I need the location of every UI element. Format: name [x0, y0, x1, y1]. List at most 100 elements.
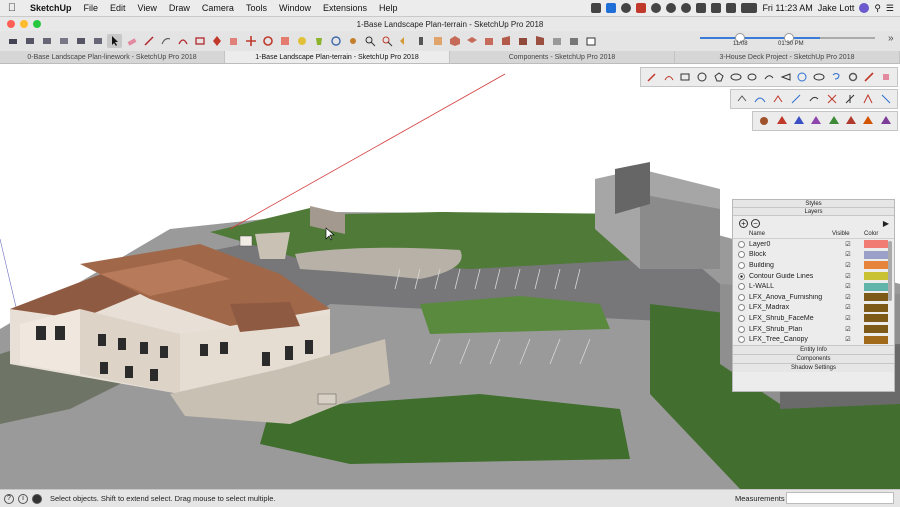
- layer-visible-checkbox[interactable]: ☑: [832, 283, 864, 290]
- instructor-icon[interactable]: i: [18, 493, 28, 504]
- section-plane-icon[interactable]: [430, 34, 445, 48]
- col-name-header[interactable]: Name: [749, 230, 832, 238]
- offset-icon[interactable]: [226, 34, 241, 48]
- shrub-green-icon[interactable]: [827, 114, 841, 129]
- walk-icon[interactable]: [413, 34, 428, 48]
- apple-icon[interactable]: : [0, 2, 24, 14]
- menu-help[interactable]: Help: [373, 3, 404, 13]
- col-visible-header[interactable]: Visible: [832, 230, 864, 238]
- menu-file[interactable]: File: [78, 3, 105, 13]
- layer-color-swatch[interactable]: [864, 240, 888, 249]
- settings-tool-icon[interactable]: [846, 70, 860, 85]
- layer-active-radio[interactable]: [738, 240, 745, 248]
- delete-layer-icon[interactable]: −: [751, 218, 760, 228]
- model-info-icon[interactable]: [22, 34, 37, 48]
- left-view-icon[interactable]: [532, 34, 547, 48]
- shadow-time-track[interactable]: [820, 37, 875, 39]
- orbit-icon[interactable]: [328, 34, 343, 48]
- layer-name[interactable]: Building: [749, 262, 832, 269]
- layer-name[interactable]: LFX_Shrub_Plan: [749, 326, 832, 333]
- layer-visible-checkbox[interactable]: ☑: [832, 262, 864, 269]
- layer-color-swatch[interactable]: [864, 272, 888, 281]
- layer-name[interactable]: LFX_Madrax: [749, 304, 832, 311]
- loop-icon[interactable]: [796, 70, 810, 85]
- geo-location-icon[interactable]: ?: [4, 493, 14, 504]
- eye-tool-icon[interactable]: [812, 70, 826, 85]
- layer-name[interactable]: L-WALL: [749, 283, 832, 290]
- tab-house-deck[interactable]: 3-House Deck Project - SketchUp Pro 2018: [675, 51, 900, 63]
- layer-color-swatch[interactable]: [864, 293, 888, 302]
- plant-icon[interactable]: [757, 114, 771, 129]
- layer-color-swatch[interactable]: [864, 335, 888, 344]
- shrub-blue-icon[interactable]: [792, 114, 806, 129]
- freeform-icon[interactable]: [762, 70, 776, 85]
- shrub-orange-icon[interactable]: [861, 114, 875, 129]
- circle-icon[interactable]: [695, 70, 709, 85]
- ellipse-icon[interactable]: [729, 70, 743, 85]
- layer-visible-checkbox[interactable]: ☑: [832, 336, 864, 343]
- tape-measure-icon[interactable]: [294, 34, 309, 48]
- layer-row[interactable]: Block ☑: [733, 250, 894, 261]
- select-arrow-icon[interactable]: [107, 34, 122, 48]
- layer-color-swatch[interactable]: [864, 282, 888, 291]
- print-icon[interactable]: [5, 34, 20, 48]
- tab-components[interactable]: Components - SketchUp Pro 2018: [450, 51, 675, 63]
- extension-warehouse-icon[interactable]: [73, 34, 88, 48]
- pan-icon[interactable]: [345, 34, 360, 48]
- menu-sketchup[interactable]: SketchUp: [24, 3, 78, 13]
- layer-color-swatch[interactable]: [864, 250, 888, 259]
- contour-icon[interactable]: [807, 92, 822, 107]
- right-view-icon[interactable]: [498, 34, 513, 48]
- tray-components[interactable]: Components: [733, 354, 894, 363]
- layer-active-radio[interactable]: [738, 261, 745, 269]
- layer-active-radio[interactable]: [738, 251, 745, 259]
- tray-layers-header[interactable]: Layers: [733, 208, 894, 216]
- scale-icon[interactable]: [277, 34, 292, 48]
- layer-name[interactable]: LFX_Tree_Canopy: [749, 336, 832, 343]
- layer-name[interactable]: LFX_Anova_Furnishing: [749, 294, 832, 301]
- layer-name[interactable]: LFX_Shrub_FaceMe: [749, 315, 832, 322]
- layer-row[interactable]: Building ☑: [733, 260, 894, 271]
- menu-edit[interactable]: Edit: [104, 3, 132, 13]
- timer-icon[interactable]: [651, 3, 662, 13]
- measurements-input[interactable]: [786, 492, 894, 504]
- layer-active-radio[interactable]: [738, 283, 745, 291]
- layer-visible-checkbox[interactable]: ☑: [832, 315, 864, 322]
- front-view-icon[interactable]: [481, 34, 496, 48]
- zoom-extents-icon[interactable]: [379, 34, 394, 48]
- layer-name[interactable]: Layer0: [749, 241, 832, 248]
- drape-icon[interactable]: [771, 92, 786, 107]
- grid-icon[interactable]: [789, 92, 804, 107]
- menu-view[interactable]: View: [132, 3, 163, 13]
- move-icon[interactable]: [243, 34, 258, 48]
- layer-active-radio[interactable]: [738, 314, 745, 322]
- add-detail-icon[interactable]: [842, 92, 857, 107]
- rotate-icon[interactable]: [260, 34, 275, 48]
- menu-draw[interactable]: Draw: [163, 3, 196, 13]
- layer-visible-checkbox[interactable]: ☑: [832, 294, 864, 301]
- eye-icon[interactable]: [666, 3, 677, 13]
- textured-icon[interactable]: [583, 34, 598, 48]
- layer-color-swatch[interactable]: [864, 261, 888, 270]
- layer-name[interactable]: Contour Guide Lines: [749, 273, 832, 280]
- lasso-icon[interactable]: [829, 70, 843, 85]
- shadow-slider[interactable]: 11/08 01:30 PM: [700, 33, 885, 51]
- layer-visible-checkbox[interactable]: ☑: [832, 304, 864, 311]
- user-name[interactable]: Jake Lott: [818, 3, 855, 13]
- toolbar-overflow-icon[interactable]: »: [888, 33, 894, 44]
- layer-active-radio[interactable]: [738, 336, 745, 344]
- tray-entity-info[interactable]: Entity Info: [733, 345, 894, 354]
- previous-view-icon[interactable]: [396, 34, 411, 48]
- menu-tools[interactable]: Tools: [240, 3, 273, 13]
- search-icon[interactable]: ⚲: [874, 3, 881, 14]
- tab-linework[interactable]: 0-Base Landscape Plan-linework - SketchU…: [0, 51, 225, 63]
- share-component-icon[interactable]: [90, 34, 105, 48]
- layers-scrollbar[interactable]: [888, 241, 892, 301]
- flip-edge-icon[interactable]: [824, 92, 839, 107]
- sync-icon[interactable]: [621, 3, 632, 13]
- terrain-icon[interactable]: [860, 92, 875, 107]
- layer-color-swatch[interactable]: [864, 303, 888, 312]
- volume-icon[interactable]: [726, 3, 737, 13]
- shrub-red-icon[interactable]: [844, 114, 858, 129]
- mesh-icon[interactable]: [878, 92, 893, 107]
